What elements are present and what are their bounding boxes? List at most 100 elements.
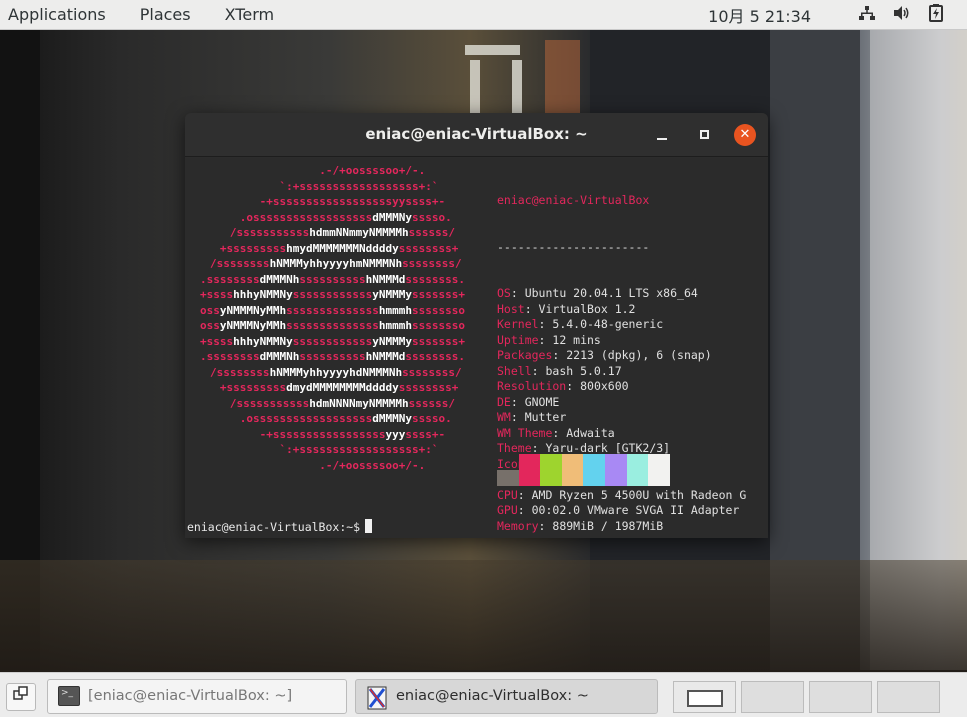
show-desktop-button[interactable] [6, 683, 36, 711]
menu-applications[interactable]: Applications [0, 0, 115, 30]
terminal-titlebar[interactable]: eniac@eniac-VirtualBox: ~ ✕ [185, 113, 768, 157]
show-desktop-icon [13, 686, 28, 700]
logo-line: +sssshhhyNMMNyssssssssssssyNMMMysssssss+ [200, 288, 465, 301]
workspace-4[interactable] [877, 681, 940, 713]
logo-line: /ssssssssssshdmNNNNmyNMMMMhssssss/ [209, 396, 456, 410]
info-row: Host: VirtualBox 1.2 [497, 302, 767, 318]
logo-line: `:+ssssssssssssssssss+:` [226, 179, 439, 193]
logo-line: ossyNMMMNyMMhsssssssssssssshmmmhssssssso [200, 319, 465, 332]
logo-line: /ssssssssssshdmmNNmmyNMMMMhssssss/ [209, 226, 456, 239]
logo-line: /sssssssshNMMMyhhyyyyhdNMMMNhssssssss/ [203, 365, 462, 379]
terminal-window[interactable]: eniac@eniac-VirtualBox: ~ ✕ .-/+oossssoo… [185, 113, 768, 538]
info-row: OS: Ubuntu 20.04.1 LTS x86_64 [497, 286, 767, 302]
separator: ---------------------- [497, 239, 650, 254]
workspace-2[interactable] [741, 681, 804, 713]
info-value: : AMD Ryzen 5 4500U with Radeon G [517, 487, 747, 502]
info-value: : 00:02.0 VMware SVGA II Adapter [517, 503, 740, 517]
info-row: Kernel: 5.4.0-48-generic [497, 317, 767, 333]
wallpaper-light [512, 60, 522, 115]
userhost: eniac@eniac-VirtualBox [497, 193, 650, 207]
taskbar-item-xterm[interactable]: >_ [eniac@eniac-VirtualBox: ~] [47, 679, 347, 714]
logo-line: +sssssssssdmydMMMMMMMMddddyssssssss+ [206, 381, 459, 394]
palette-swatch [497, 470, 519, 486]
info-row: Resolution: 800x600 [497, 379, 767, 395]
info-key: Host [497, 301, 525, 316]
logo-line: -+sssssssssssssssssyyyssss+- [219, 427, 446, 441]
maximize-button[interactable] [693, 124, 715, 146]
info-row: WM: Mutter [497, 410, 767, 426]
info-key: Kernel [497, 317, 539, 331]
battery-icon[interactable] [929, 4, 943, 26]
logo-line: `:+ssssssssssssssssss+:` [226, 443, 439, 456]
palette-swatch [518, 454, 541, 486]
minimize-icon [657, 138, 667, 140]
close-button[interactable]: ✕ [734, 124, 756, 146]
close-icon: ✕ [739, 127, 751, 142]
menu-places[interactable]: Places [131, 0, 200, 30]
info-value: : 12 mins [538, 332, 601, 347]
info-key: DE [497, 394, 511, 409]
taskbar-item-label: eniac@eniac-VirtualBox: ~ [396, 688, 589, 704]
logo-line: .-/+oossssoo+/-. [239, 164, 426, 177]
palette-swatch [583, 454, 605, 486]
wallpaper-light [470, 60, 480, 115]
palette-swatch [626, 454, 649, 486]
wallpaper-pipe [545, 40, 580, 120]
xterm-icon [366, 686, 388, 710]
workspace-3[interactable] [809, 681, 872, 713]
maximize-icon [699, 130, 709, 139]
info-value: : Adwaita [552, 425, 615, 440]
info-key: WM [497, 410, 511, 424]
workspace-window-thumb [687, 690, 723, 707]
info-key: Uptime [497, 332, 539, 347]
logo-line: .ssssssssdMMMNhsssssssssshNMMMdssssssss. [200, 350, 465, 363]
info-value: : 889MiB / 1987MiB [538, 518, 664, 533]
taskbar-item-terminal-active[interactable]: eniac@eniac-VirtualBox: ~ [355, 679, 658, 714]
info-key: Theme [497, 441, 532, 455]
window-title: eniac@eniac-VirtualBox: ~ [365, 125, 588, 143]
logo-line: .ossssssssssssssssssdMMMNysssso. [213, 210, 452, 224]
workspace-1[interactable] [673, 681, 736, 713]
clock[interactable]: 10月 5 21:34 [708, 3, 811, 27]
top-panel: Applications Places XTerm 10月 5 21:34 [0, 0, 967, 30]
info-value: : 800x600 [566, 379, 629, 393]
info-row: Memory: 889MiB / 1987MiB [497, 519, 767, 535]
color-palette [497, 454, 670, 486]
text-cursor [365, 519, 373, 533]
palette-swatch [540, 454, 562, 486]
logo-line: -+ssssssssssssssssssyyssss+- [219, 195, 446, 208]
info-key: GPU [497, 503, 518, 517]
logo-line: /sssssssshNMMMyhhyyyyhmNMMMNhssssssss/ [203, 257, 462, 270]
palette-swatch [561, 454, 584, 486]
wallpaper-light [465, 45, 520, 55]
info-value: : 2213 (dpkg), 6 (snap) [552, 348, 712, 362]
volume-icon[interactable] [893, 5, 911, 25]
terminal-content[interactable]: .-/+oossssoo+/-. `:+ssssssssssssssssss+:… [185, 158, 768, 538]
info-row: WM Theme: Adwaita [497, 426, 767, 442]
info-row: GPU: 00:02.0 VMware SVGA II Adapter [497, 503, 767, 519]
system-tray: 10月 5 21:34 [708, 0, 943, 30]
logo-line: .ossssssssssssssssssdMMMNysssso. [213, 412, 452, 425]
palette-swatch [604, 454, 627, 486]
palette-swatch [648, 454, 670, 486]
info-value: : bash 5.0.17 [531, 363, 622, 378]
info-lines: OS: Ubuntu 20.04.1 LTS x86_64 Host: Virtu… [497, 286, 767, 534]
info-key: WM Theme [497, 425, 553, 440]
menu-xterm[interactable]: XTerm [216, 0, 283, 30]
info-value: : Ubuntu 20.04.1 LTS x86_64 [510, 286, 698, 300]
info-key: CPU [497, 487, 518, 502]
info-row: Shell: bash 5.0.17 [497, 364, 767, 380]
minimize-button[interactable] [651, 124, 673, 146]
logo-line: .-/+oossssoo+/-. [239, 458, 426, 472]
info-value: : GNOME [510, 394, 560, 409]
info-value: : Yaru-dark [GTK2/3] [531, 441, 671, 455]
info-key: Memory [497, 518, 539, 533]
ubuntu-ascii-logo: .-/+oossssoo+/-. `:+ssssssssssssssssss+:… [185, 163, 480, 473]
taskbar-item-label: [eniac@eniac-VirtualBox: ~] [88, 688, 293, 704]
terminal-icon: >_ [58, 686, 80, 706]
shell-prompt[interactable]: eniac@eniac-VirtualBox:~$ [187, 519, 373, 536]
info-key: Resolution [497, 379, 567, 393]
info-row: Uptime: 12 mins [497, 333, 767, 349]
network-icon[interactable] [859, 5, 875, 25]
logo-line: +sssshhhyNMMNyssssssssssssyNMMMysssssss+ [200, 334, 465, 348]
